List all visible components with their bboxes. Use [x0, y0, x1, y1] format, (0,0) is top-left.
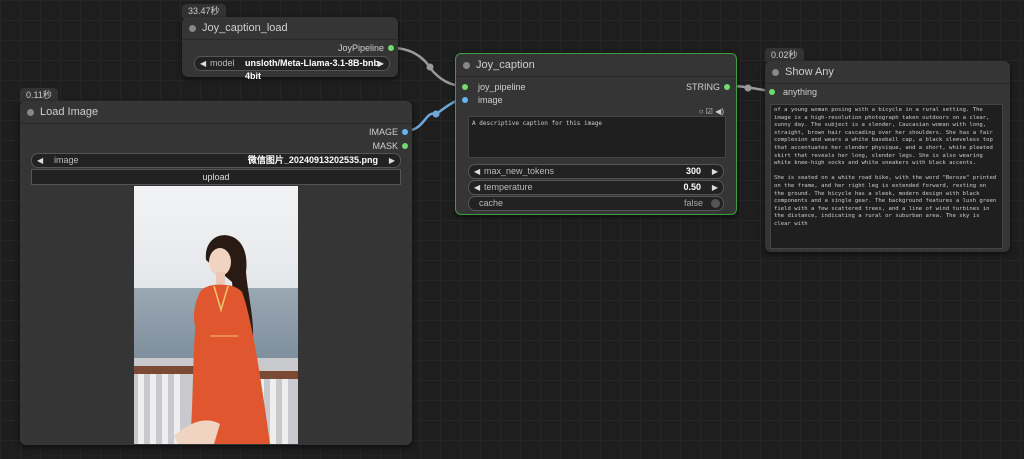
prompt-textarea[interactable]: A descriptive caption for this image — [468, 116, 726, 158]
joy-caption-load-node[interactable]: Joy_caption_load JoyPipeline ◀ model uns… — [182, 17, 398, 81]
image-input-label: image — [478, 95, 503, 105]
mask-output-label: MASK — [372, 141, 398, 151]
image-filename: 微信图片_20240913202535.png — [247, 155, 378, 165]
show-any-title[interactable]: Show Any — [765, 61, 1010, 84]
joy-pipeline-input[interactable]: joy_pipeline — [462, 81, 526, 93]
image-prev-arrow-icon[interactable]: ◀ — [37, 154, 43, 167]
anything-input-label: anything — [783, 87, 818, 97]
image-output[interactable]: IMAGE — [369, 126, 408, 138]
joypipeline-output[interactable]: JoyPipeline — [338, 42, 394, 54]
cache-value: false — [683, 198, 703, 208]
image-output-label: IMAGE — [368, 127, 398, 137]
image-preview — [134, 186, 298, 444]
circle-icon[interactable]: ○ — [699, 107, 704, 116]
image-output-port[interactable] — [402, 129, 408, 135]
anything-input-port[interactable] — [769, 89, 775, 95]
temperature-inc-arrow-icon[interactable]: ▶ — [712, 181, 718, 194]
image-label: image — [54, 155, 79, 165]
max-new-tokens-label: max_new_tokens — [484, 166, 555, 176]
max-new-tokens-value: 300 — [685, 166, 701, 176]
temperature-dec-arrow-icon[interactable]: ◀ — [474, 181, 480, 194]
joy-caption-title-text: Joy_caption — [476, 59, 535, 71]
cache-label: cache — [479, 198, 504, 208]
textarea-toolbar: ○ ☑ ◀) — [699, 107, 724, 116]
model-prev-arrow-icon[interactable]: ◀ — [200, 57, 206, 70]
image-input-port[interactable] — [462, 97, 468, 103]
joy-caption-load-title[interactable]: Joy_caption_load — [182, 17, 398, 40]
speaker-icon[interactable]: ◀) — [715, 107, 724, 116]
load-image-title[interactable]: Load Image — [20, 101, 412, 124]
temperature-value: 0.50 — [683, 182, 701, 192]
load-image-node[interactable]: Load Image IMAGE MASK ◀ image 微信图片_20240… — [20, 101, 412, 445]
mask-output[interactable]: MASK — [372, 140, 408, 152]
show-any-title-text: Show Any — [785, 66, 834, 78]
joy-caption-load-timing: 33.47秒 — [182, 4, 226, 18]
image-input[interactable]: image — [462, 94, 503, 106]
string-output[interactable]: STRING — [686, 81, 730, 93]
anything-input[interactable]: anything — [769, 86, 817, 98]
model-value: unsloth/Meta-Llama-3.1-8B-bnb-4bit — [245, 58, 383, 81]
joy-caption-title[interactable]: Joy_caption — [456, 54, 736, 77]
upload-button-label: upload — [202, 172, 230, 182]
show-any-timing: 0.02秒 — [765, 48, 804, 62]
max-new-tokens-field[interactable]: ◀ max_new_tokens 300 ▶ — [468, 164, 724, 179]
joy-caption-node[interactable]: Joy_caption joy_pipeline image STRING ○ … — [455, 53, 737, 215]
load-image-title-text: Load Image — [40, 106, 99, 118]
mask-output-port[interactable] — [402, 143, 408, 149]
collapse-dot-icon[interactable] — [27, 109, 34, 116]
cache-toggle[interactable]: cache false — [468, 196, 724, 211]
collapse-dot-icon[interactable] — [463, 62, 470, 69]
collapse-dot-icon[interactable] — [772, 69, 779, 76]
string-output-label: STRING — [685, 82, 720, 92]
joypipeline-output-port[interactable] — [388, 45, 394, 51]
image-selector[interactable]: ◀ image 微信图片_20240913202535.png ▶ — [31, 153, 401, 168]
show-any-node[interactable]: Show Any anything of a young woman posin… — [765, 61, 1010, 252]
load-image-timing: 0.11秒 — [20, 88, 58, 102]
joypipeline-output-label: JoyPipeline — [337, 43, 384, 53]
temperature-label: temperature — [484, 182, 533, 192]
joy-pipeline-input-label: joy_pipeline — [478, 82, 526, 92]
string-output-port[interactable] — [724, 84, 730, 90]
joy-caption-load-title-text: Joy_caption_load — [202, 22, 288, 34]
joy-pipeline-input-port[interactable] — [462, 84, 468, 90]
upload-button[interactable]: upload — [31, 169, 401, 185]
toggle-knob-icon[interactable] — [711, 199, 720, 208]
max-new-tokens-dec-arrow-icon[interactable]: ◀ — [474, 165, 480, 178]
collapse-dot-icon[interactable] — [189, 25, 196, 32]
model-next-arrow-icon[interactable]: ▶ — [378, 57, 384, 70]
model-selector[interactable]: ◀ model unsloth/Meta-Llama-3.1-8B-bnb-4b… — [194, 56, 390, 81]
show-any-output-text[interactable]: of a young woman posing with a bicycle i… — [770, 104, 1003, 249]
image-next-arrow-icon[interactable]: ▶ — [389, 154, 395, 167]
max-new-tokens-inc-arrow-icon[interactable]: ▶ — [712, 165, 718, 178]
checkbox-icon[interactable]: ☑ — [706, 107, 713, 116]
image-link-midpoint[interactable] — [432, 110, 440, 118]
string-link-midpoint[interactable] — [744, 84, 752, 92]
temperature-field[interactable]: ◀ temperature 0.50 ▶ — [468, 180, 724, 195]
pipeline-link-midpoint[interactable] — [426, 63, 434, 71]
model-label: model — [210, 58, 235, 68]
